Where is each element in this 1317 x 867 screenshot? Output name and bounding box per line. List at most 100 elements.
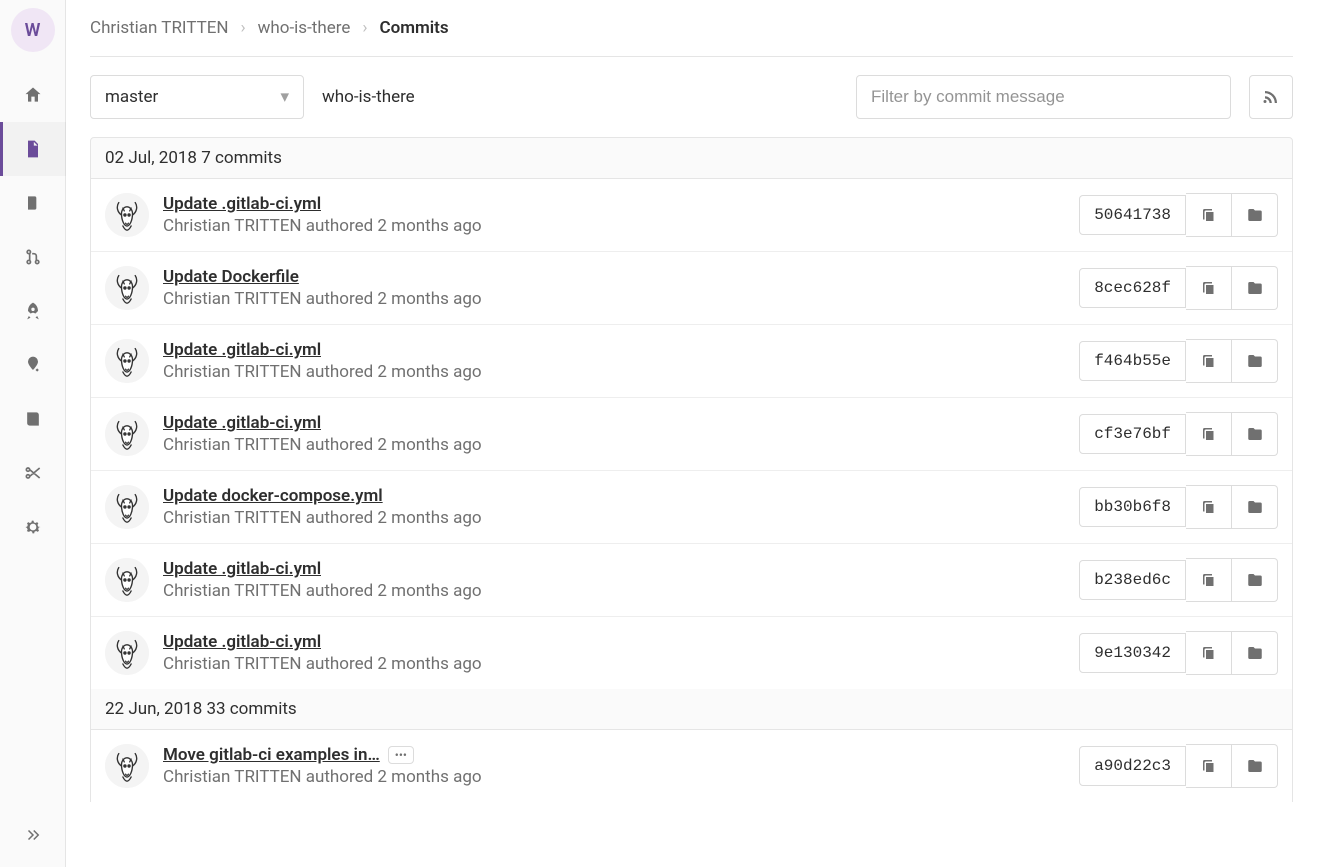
- author-avatar[interactable]: [105, 193, 149, 237]
- chevron-double-right-icon: [24, 826, 42, 844]
- commit-title[interactable]: Move gitlab-ci examples in…: [163, 745, 380, 765]
- author-avatar[interactable]: [105, 266, 149, 310]
- nav-wiki[interactable]: [0, 392, 66, 446]
- copy-sha-button[interactable]: [1186, 193, 1232, 237]
- commit-row: Update .gitlab-ci.yml Christian TRITTEN …: [91, 398, 1292, 471]
- commit-meta: Christian TRITTEN authored 2 months ago: [163, 508, 1065, 528]
- commit-meta: Christian TRITTEN authored 2 months ago: [163, 289, 1065, 309]
- browse-files-button[interactable]: [1232, 744, 1278, 788]
- commit-title[interactable]: Update .gitlab-ci.yml: [163, 340, 321, 360]
- chevron-down-icon: ▾: [280, 87, 289, 107]
- commit-title[interactable]: Update .gitlab-ci.yml: [163, 559, 321, 579]
- copy-sha-button[interactable]: [1186, 412, 1232, 456]
- divider: [90, 56, 1293, 57]
- author-avatar[interactable]: [105, 744, 149, 788]
- breadcrumb-project[interactable]: who-is-there: [258, 18, 351, 38]
- commit-meta: Christian TRITTEN authored 2 months ago: [163, 216, 1065, 236]
- commit-sha[interactable]: f464b55e: [1079, 341, 1186, 381]
- author-avatar[interactable]: [105, 485, 149, 529]
- expand-message-button[interactable]: •••: [388, 746, 414, 764]
- nav-snippets[interactable]: [0, 446, 66, 500]
- nav-issues[interactable]: [0, 176, 66, 230]
- nav-cicd[interactable]: [0, 284, 66, 338]
- project-avatar[interactable]: W: [11, 8, 55, 52]
- commit-title[interactable]: Update .gitlab-ci.yml: [163, 194, 321, 214]
- commit-actions: bb30b6f8: [1079, 485, 1278, 529]
- breadcrumb-current: Commits: [379, 18, 448, 38]
- copy-sha-button[interactable]: [1186, 744, 1232, 788]
- browse-files-button[interactable]: [1232, 558, 1278, 602]
- commit-sha[interactable]: a90d22c3: [1079, 746, 1186, 786]
- breadcrumb: Christian TRITTEN › who-is-there › Commi…: [90, 0, 1293, 56]
- commit-row: Update .gitlab-ci.yml Christian TRITTEN …: [91, 179, 1292, 252]
- commit-meta: Christian TRITTEN authored 2 months ago: [163, 435, 1065, 455]
- commit-list: Update .gitlab-ci.yml Christian TRITTEN …: [90, 179, 1293, 689]
- browse-files-button[interactable]: [1232, 339, 1278, 383]
- commit-sha[interactable]: b238ed6c: [1079, 560, 1186, 600]
- filter-input[interactable]: [856, 75, 1231, 119]
- nav-operations[interactable]: [0, 338, 66, 392]
- nav-repository[interactable]: [0, 122, 66, 176]
- gear-icon: [23, 517, 43, 537]
- date-group-header: 22 Jun, 2018 33 commits: [90, 689, 1293, 730]
- author-avatar[interactable]: [105, 339, 149, 383]
- commit-meta: Christian TRITTEN authored 2 months ago: [163, 362, 1065, 382]
- branch-selector[interactable]: master ▾: [90, 75, 304, 119]
- sidebar: W: [0, 0, 66, 867]
- nav-merge-requests[interactable]: [0, 230, 66, 284]
- rss-button[interactable]: [1249, 75, 1293, 119]
- commit-row: Update .gitlab-ci.yml Christian TRITTEN …: [91, 617, 1292, 689]
- author-avatar[interactable]: [105, 558, 149, 602]
- breadcrumb-separator: ›: [241, 18, 246, 38]
- breadcrumb-user[interactable]: Christian TRITTEN: [90, 18, 229, 38]
- commit-row: Update docker-compose.yml Christian TRIT…: [91, 471, 1292, 544]
- commit-actions: 8cec628f: [1079, 266, 1278, 310]
- commit-meta: Christian TRITTEN authored 2 months ago: [163, 767, 1065, 787]
- commit-title[interactable]: Update .gitlab-ci.yml: [163, 632, 321, 652]
- copy-sha-button[interactable]: [1186, 339, 1232, 383]
- nav-project-home[interactable]: [0, 68, 66, 122]
- rocket-icon: [23, 301, 43, 321]
- browse-files-button[interactable]: [1232, 631, 1278, 675]
- commit-sha[interactable]: 9e130342: [1079, 633, 1186, 673]
- repo-path[interactable]: who-is-there: [322, 87, 415, 107]
- commit-sha[interactable]: bb30b6f8: [1079, 487, 1186, 527]
- controls-row: master ▾ who-is-there: [90, 75, 1293, 119]
- commit-meta: Christian TRITTEN authored 2 months ago: [163, 654, 1065, 674]
- browse-files-button[interactable]: [1232, 412, 1278, 456]
- sidebar-toggle[interactable]: [0, 815, 66, 855]
- file-icon: [23, 139, 43, 159]
- nav-settings[interactable]: [0, 500, 66, 554]
- main-content: Christian TRITTEN › who-is-there › Commi…: [66, 0, 1317, 867]
- rss-icon: [1262, 88, 1280, 106]
- breadcrumb-separator: ›: [362, 18, 367, 38]
- commit-actions: b238ed6c: [1079, 558, 1278, 602]
- commit-list: Move gitlab-ci examples in… ••• Christia…: [90, 730, 1293, 802]
- home-icon: [23, 85, 43, 105]
- author-avatar[interactable]: [105, 412, 149, 456]
- commit-sha[interactable]: 8cec628f: [1079, 268, 1186, 308]
- commit-actions: a90d22c3: [1079, 744, 1278, 788]
- commit-row: Update .gitlab-ci.yml Christian TRITTEN …: [91, 544, 1292, 617]
- merge-request-icon: [23, 247, 43, 267]
- commit-actions: 50641738: [1079, 193, 1278, 237]
- commit-sha[interactable]: 50641738: [1079, 195, 1186, 235]
- browse-files-button[interactable]: [1232, 485, 1278, 529]
- copy-sha-button[interactable]: [1186, 558, 1232, 602]
- commit-row: Update .gitlab-ci.yml Christian TRITTEN …: [91, 325, 1292, 398]
- commit-actions: f464b55e: [1079, 339, 1278, 383]
- copy-sha-button[interactable]: [1186, 631, 1232, 675]
- commit-row: Update Dockerfile Christian TRITTEN auth…: [91, 252, 1292, 325]
- browse-files-button[interactable]: [1232, 193, 1278, 237]
- copy-sha-button[interactable]: [1186, 485, 1232, 529]
- commit-row: Move gitlab-ci examples in… ••• Christia…: [91, 730, 1292, 802]
- commit-actions: cf3e76bf: [1079, 412, 1278, 456]
- date-group-header: 02 Jul, 2018 7 commits: [90, 137, 1293, 179]
- author-avatar[interactable]: [105, 631, 149, 675]
- browse-files-button[interactable]: [1232, 266, 1278, 310]
- commit-title[interactable]: Update Dockerfile: [163, 267, 299, 287]
- commit-sha[interactable]: cf3e76bf: [1079, 414, 1186, 454]
- commit-title[interactable]: Update .gitlab-ci.yml: [163, 413, 321, 433]
- commit-title[interactable]: Update docker-compose.yml: [163, 486, 383, 506]
- copy-sha-button[interactable]: [1186, 266, 1232, 310]
